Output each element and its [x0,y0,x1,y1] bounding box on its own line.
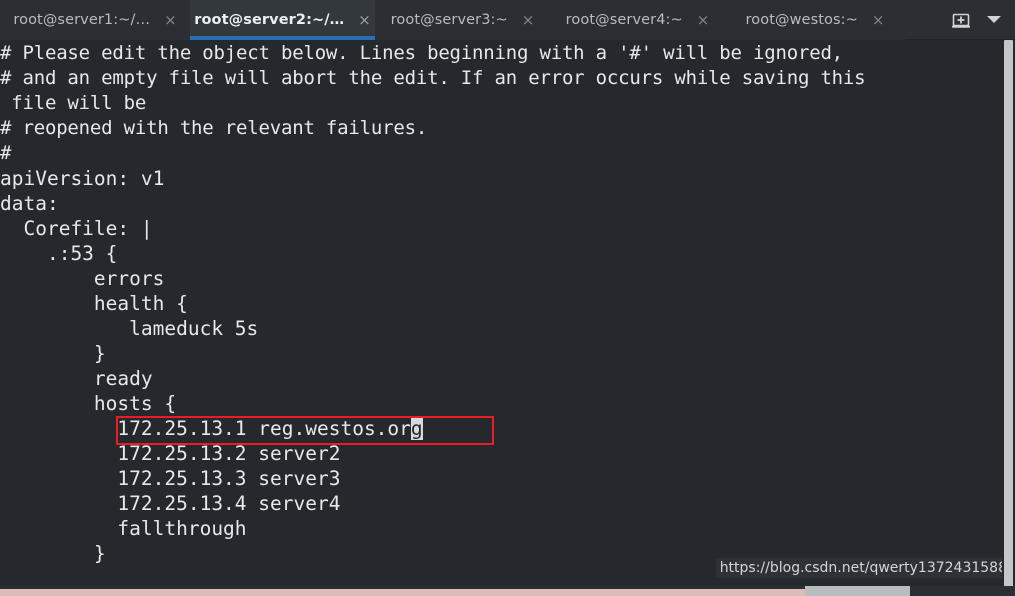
terminal-line: } [0,342,106,365]
tab-label: root@server3:~ [390,12,508,28]
terminal-line: Corefile: | [0,217,153,240]
terminal-line: # [0,142,12,164]
terminal-line: # Please edit the object below. Lines be… [0,42,843,64]
terminal-line: errors [0,267,165,290]
tab-4[interactable]: root@server4:~ × [550,0,725,40]
text-cursor: g [410,417,423,440]
chevron-down-icon[interactable] [987,16,1001,23]
terminal-line: 172.25.13.4 server4 [0,492,341,515]
terminal-line: apiVersion: v1 [0,167,165,190]
tab-bar-actions [947,0,1015,39]
horizontal-scrollbar-fill [0,589,805,596]
close-icon[interactable]: × [697,12,710,28]
terminal-line: fallthrough [0,517,247,540]
terminal-line: .:53 { [0,242,118,265]
tab-bar-spacer [905,0,947,39]
tab-label: root@server4:~ [565,12,683,28]
tab-label: root@server1:~/… [13,12,151,28]
close-icon[interactable]: × [358,12,371,28]
terminal-line: file will be [0,92,147,114]
terminal-window: root@server1:~/… × root@server2:~/… × root@s… [0,0,1015,596]
tab-2[interactable]: root@server2:~/… × [190,0,375,40]
terminal-line-text: 172.25.13.1 reg.westos.or [0,417,411,440]
terminal-line: data: [0,192,59,215]
terminal-line: } [0,542,106,565]
terminal-line: lameduck 5s [0,317,259,340]
vertical-scrollbar-thumb[interactable] [1004,40,1013,596]
watermark: https://blog.csdn.net/qwerty1372431588 [715,558,1011,578]
tab-5[interactable]: root@westos:~ × [725,0,905,40]
tab-1[interactable]: root@server1:~/… × [0,0,190,40]
terminal-line: hosts { [0,392,177,415]
terminal-line: 172.25.13.2 server2 [0,442,341,465]
close-icon[interactable]: × [522,12,535,28]
tab-label: root@server2:~/… [194,12,345,28]
terminal-line: health { [0,292,188,315]
new-tab-icon[interactable] [951,10,971,30]
horizontal-scrollbar-thumb[interactable] [805,586,910,596]
terminal-line: # reopened with the relevant failures. [0,117,428,139]
close-icon[interactable]: × [872,12,885,28]
terminal-line: ready [0,367,153,390]
tab-3[interactable]: root@server3:~ × [375,0,550,40]
close-icon[interactable]: × [164,12,177,28]
vertical-scrollbar[interactable] [1002,40,1015,596]
tab-bar: root@server1:~/… × root@server2:~/… × root@s… [0,0,1015,40]
terminal-line: 172.25.13.3 server3 [0,467,341,490]
terminal-line: # and an empty file will abort the edit.… [0,67,866,89]
tab-label: root@westos:~ [745,12,858,28]
terminal-screen[interactable]: # Please edit the object below. Lines be… [0,40,1015,596]
horizontal-scrollbar[interactable] [0,586,1015,596]
terminal-line: 172.25.13.1 reg.westos.org [0,416,423,441]
